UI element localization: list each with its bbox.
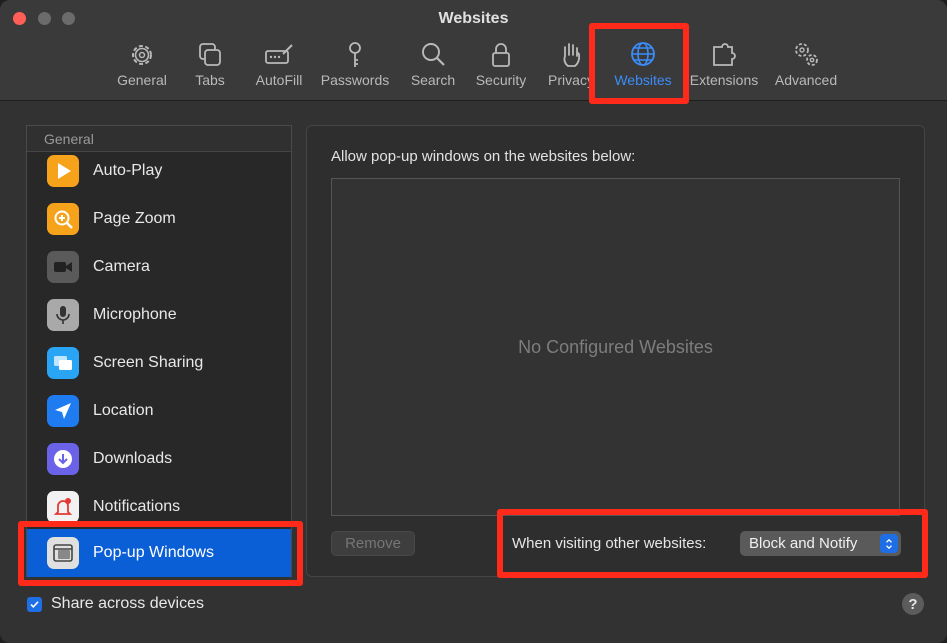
microphone-icon [47, 299, 79, 331]
default-policy-select[interactable]: Block and Notify [740, 531, 901, 556]
window-title: Websites [438, 10, 509, 27]
tab-label: Security [475, 72, 527, 88]
visiting-label: When visiting other websites: [512, 535, 707, 552]
tab-label: General [117, 72, 167, 88]
gear-icon [127, 40, 157, 70]
tab-label: AutoFill [255, 72, 303, 88]
tab-label: Advanced [774, 72, 838, 88]
help-button[interactable]: ? [902, 593, 924, 615]
sidebar-item-label: Auto-Play [93, 162, 163, 179]
share-across-devices[interactable]: Share across devices [27, 595, 204, 613]
share-checkbox[interactable] [27, 596, 42, 612]
tab-tabs[interactable]: Tabs [170, 38, 250, 94]
tab-passwords[interactable]: Passwords [315, 38, 395, 94]
remove-button[interactable]: Remove [331, 531, 415, 556]
popup-window-icon [47, 537, 79, 569]
chevron-up-down-icon [880, 534, 898, 553]
tab-advanced[interactable]: Advanced [766, 38, 846, 94]
preferences-toolbar: General Tabs AutoFill Passwords Search S… [0, 34, 947, 94]
hand-icon [556, 40, 586, 70]
sidebar-item-page-zoom[interactable]: Page Zoom [27, 195, 291, 243]
location-icon [47, 395, 79, 427]
key-icon [340, 40, 370, 70]
websites-sidebar: General Auto-Play Page Zoom Camera Micro… [26, 125, 292, 577]
websites-list[interactable]: No Configured Websites [331, 178, 900, 516]
tabs-icon [195, 40, 225, 70]
sidebar-item-auto-play[interactable]: Auto-Play [27, 147, 291, 195]
checkmark-icon [30, 600, 39, 608]
sidebar-item-label: Location [93, 402, 154, 419]
sidebar-item-label: Page Zoom [93, 210, 176, 227]
tab-label: Search [410, 72, 456, 88]
sidebar-item-label: Camera [93, 258, 150, 275]
panel-caption: Allow pop-up windows on the websites bel… [331, 148, 636, 165]
tab-autofill[interactable]: AutoFill [239, 38, 319, 94]
title-bar: Websites General Tabs AutoFill Passwords… [0, 0, 947, 101]
sidebar-item-label: Downloads [93, 450, 173, 467]
download-icon [47, 443, 79, 475]
preferences-window: Websites General Tabs AutoFill Passwords… [0, 0, 947, 643]
sidebar-item-pop-up-windows[interactable]: Pop-up Windows [27, 529, 291, 577]
camera-icon [47, 251, 79, 283]
puzzle-icon [709, 40, 739, 70]
sidebar-item-downloads[interactable]: Downloads [27, 435, 291, 483]
sidebar-item-microphone[interactable]: Microphone [27, 291, 291, 339]
tab-privacy[interactable]: Privacy [531, 38, 611, 94]
empty-list-text: No Configured Websites [518, 336, 713, 357]
share-label: Share across devices [51, 595, 204, 612]
tab-label: Tabs [195, 72, 225, 88]
select-value: Block and Notify [749, 535, 858, 552]
globe-icon [628, 40, 658, 70]
sidebar-item-location[interactable]: Location [27, 387, 291, 435]
gears-icon [791, 40, 821, 70]
search-icon [418, 40, 448, 70]
sidebar-item-camera[interactable]: Camera [27, 243, 291, 291]
zoom-icon [47, 203, 79, 235]
tab-security[interactable]: Security [461, 38, 541, 94]
tab-label: Passwords [320, 72, 390, 88]
play-icon [47, 155, 79, 187]
lock-icon [486, 40, 516, 70]
tab-extensions[interactable]: Extensions [684, 38, 764, 94]
autofill-icon [264, 40, 294, 70]
tab-label: Privacy [548, 72, 594, 88]
sidebar-item-label: Microphone [93, 306, 177, 323]
tab-label: Websites [614, 72, 672, 88]
sidebar-item-label: Screen Sharing [93, 354, 204, 371]
sidebar-item-label: Notifications [93, 498, 181, 515]
tab-label: Extensions [689, 72, 759, 88]
sidebar-item-screen-sharing[interactable]: Screen Sharing [27, 339, 291, 387]
screen-sharing-icon [47, 347, 79, 379]
sidebar-item-notifications[interactable]: Notifications [27, 483, 291, 531]
sidebar-item-label: Pop-up Windows [93, 544, 214, 561]
tab-websites[interactable]: Websites [603, 34, 683, 94]
notification-icon [47, 491, 79, 523]
